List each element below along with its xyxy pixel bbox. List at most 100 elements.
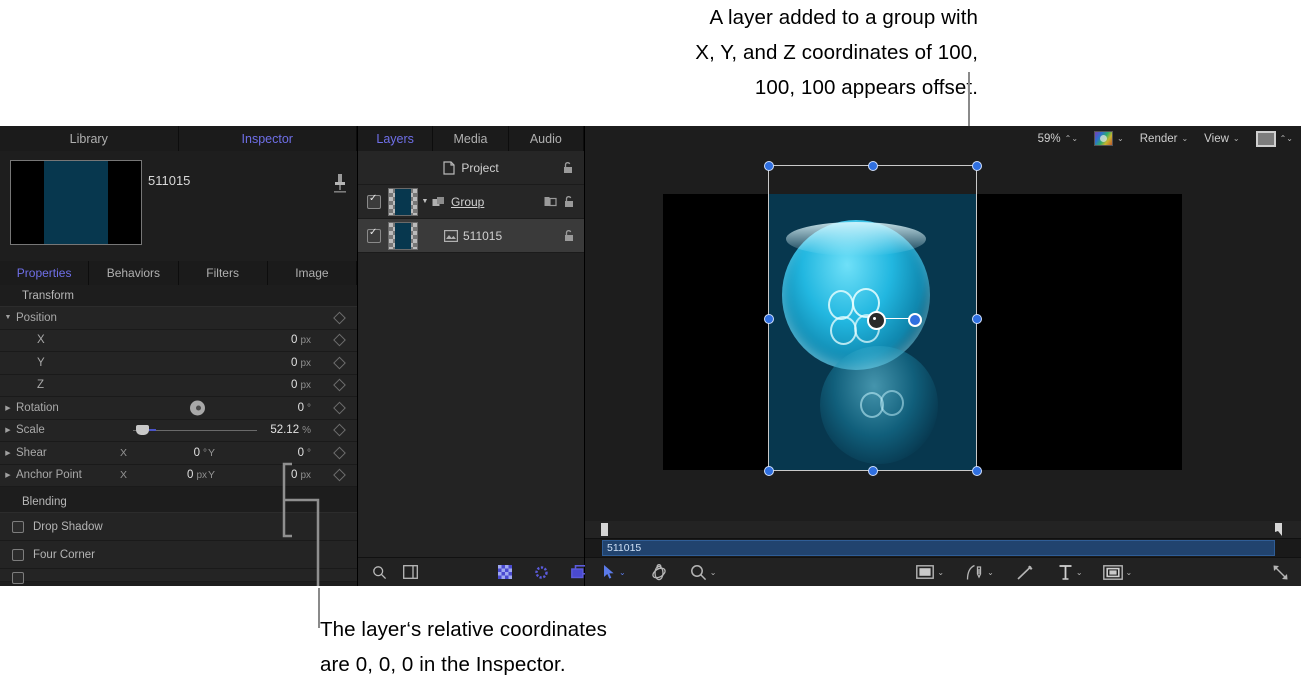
row-rotation-value[interactable]: 0 [298, 402, 304, 414]
tab-properties[interactable]: Properties [0, 261, 89, 285]
panel-icon[interactable] [403, 565, 418, 579]
row-rotation[interactable]: ▶ Rotation 0° [0, 397, 357, 420]
selection-handle-bottom-right[interactable] [972, 466, 982, 476]
layer-row-project[interactable]: Project [358, 151, 584, 185]
layer-visibility-checkbox[interactable] [367, 229, 381, 243]
keyframe-diamond-icon[interactable] [333, 311, 346, 324]
paint-stroke-tool[interactable] [1016, 564, 1034, 581]
tab-layers[interactable]: Layers [358, 126, 433, 151]
end-marker-icon[interactable] [1275, 523, 1282, 536]
timeline-clip-511015[interactable]: 511015 [602, 540, 1275, 556]
tab-media[interactable]: Media [433, 126, 508, 151]
disclosure-triangle-icon[interactable]: ▼ [0, 314, 16, 321]
selection-handle-top-left[interactable] [764, 161, 774, 171]
inspector-tabbar: Library Inspector [0, 126, 357, 151]
row-anchor-x-value[interactable]: 0 [187, 469, 193, 481]
row-shear-x-value[interactable]: 0 [194, 447, 200, 459]
view-menu[interactable]: View ⌄ [1204, 133, 1239, 145]
row-scale[interactable]: ▶ Scale 52.12% [0, 420, 357, 443]
disclosure-triangle-icon[interactable]: ▶ [0, 471, 16, 479]
zoom-tool[interactable]: ⌄ [690, 564, 717, 581]
row-position-z[interactable]: Z 0px [0, 375, 357, 398]
image-icon [444, 230, 458, 242]
lock-open-icon[interactable] [562, 161, 574, 174]
keyframe-diamond-icon[interactable] [333, 379, 346, 392]
tab-image[interactable]: Image [268, 261, 357, 285]
media-tool[interactable]: ⌄ [1103, 565, 1133, 580]
checkerboard-icon[interactable] [498, 565, 512, 579]
chevron-down-icon[interactable]: ⌄ [937, 568, 944, 577]
render-menu[interactable]: Render ⌄ [1140, 133, 1188, 145]
diagonal-resize-icon[interactable] [1272, 564, 1289, 581]
lock-open-icon[interactable] [563, 229, 575, 242]
four-corner-checkbox[interactable] [12, 549, 24, 561]
row-position[interactable]: ▼ Position [0, 307, 357, 330]
rotation-dial[interactable] [190, 400, 205, 415]
selection-handle-mid-left[interactable] [764, 314, 774, 324]
row-position-x[interactable]: X 0px [0, 330, 357, 353]
timeline-ruler[interactable] [585, 521, 1301, 539]
row-z-value[interactable]: 0 [291, 379, 297, 391]
keyframe-diamond-icon[interactable] [333, 356, 346, 369]
chevron-down-icon[interactable]: ⌄ [1076, 568, 1083, 577]
row-y-value[interactable]: 0 [291, 357, 297, 369]
search-icon[interactable] [372, 565, 387, 580]
layers-panel: Layers Media Audio Project ▼ Group [358, 126, 585, 586]
shape-tool[interactable]: ⌄ [916, 565, 944, 579]
selection-handle-bottom-left[interactable] [764, 466, 774, 476]
drop-shadow-checkbox[interactable] [12, 521, 24, 533]
tab-behaviors[interactable]: Behaviors [89, 261, 178, 285]
mask-tool[interactable]: ⌄ [966, 564, 994, 581]
text-tool[interactable]: ⌄ [1058, 564, 1083, 581]
tab-inspector[interactable]: Inspector [179, 126, 358, 151]
pushpin-icon[interactable] [333, 173, 347, 195]
render-menu-label: Render [1140, 133, 1178, 145]
row-rotation-label: Rotation [16, 402, 59, 414]
selection-handle-bottom-center[interactable] [868, 466, 878, 476]
display-mode-control[interactable]: ⌃⌄ [1256, 131, 1293, 147]
layer-row-511015[interactable]: 511015 [358, 219, 584, 253]
row-x-value[interactable]: 0 [291, 334, 297, 346]
group-visibility-checkbox[interactable] [367, 195, 381, 209]
keyframe-diamond-icon[interactable] [333, 424, 346, 437]
partial-checkbox[interactable] [12, 572, 24, 584]
canvas-stage[interactable] [585, 151, 1301, 521]
transform-3d-tool[interactable] [650, 564, 668, 581]
anchor-axis-y-label: Y [208, 469, 215, 481]
row-scale-unit: % [302, 425, 311, 436]
anchor-drag-handle[interactable] [908, 313, 922, 327]
selection-handle-top-center[interactable] [868, 161, 878, 171]
tab-library[interactable]: Library [0, 126, 179, 151]
row-position-y[interactable]: Y 0px [0, 352, 357, 375]
select-tool[interactable]: ⌄ [603, 564, 626, 580]
chevron-down-icon[interactable]: ⌄ [1126, 568, 1133, 577]
layer-row-group-label[interactable]: Group [451, 195, 484, 209]
layer-image-511015[interactable] [768, 194, 976, 470]
disclosure-triangle-icon[interactable]: ▶ [0, 404, 16, 412]
zoom-level-control[interactable]: 59% ⌃⌄ [1038, 133, 1078, 145]
chevron-down-icon[interactable]: ⌄ [619, 568, 626, 577]
color-swatch-control[interactable]: ⌄ [1094, 131, 1124, 146]
timeline-strip[interactable]: 511015 [585, 521, 1301, 558]
tab-filters[interactable]: Filters [179, 261, 268, 285]
selection-handle-top-right[interactable] [972, 161, 982, 171]
selection-handle-mid-right[interactable] [972, 314, 982, 324]
lock-open-icon[interactable] [563, 195, 575, 208]
chevron-down-icon[interactable]: ⌄ [710, 568, 717, 577]
keyframe-diamond-icon[interactable] [333, 334, 346, 347]
group-disclosure-triangle-icon[interactable]: ▼ [418, 198, 432, 205]
disclosure-triangle-icon[interactable]: ▶ [0, 426, 16, 434]
disclosure-triangle-icon[interactable]: ▶ [0, 449, 16, 457]
layer-row-group[interactable]: ▼ Group [358, 185, 584, 219]
playhead-icon[interactable] [601, 523, 608, 536]
group-mask-icon[interactable] [544, 196, 557, 208]
row-z-unit: px [300, 380, 311, 391]
gear-circle-icon[interactable] [534, 565, 549, 580]
scale-slider-knob[interactable] [136, 425, 149, 435]
layer-row-511015-label[interactable]: 511015 [463, 229, 502, 243]
anchor-point-icon[interactable] [867, 311, 886, 330]
tab-audio[interactable]: Audio [509, 126, 584, 151]
keyframe-diamond-icon[interactable] [333, 401, 346, 414]
chevron-down-icon[interactable]: ⌄ [987, 568, 994, 577]
row-scale-value[interactable]: 52.12 [270, 424, 299, 436]
